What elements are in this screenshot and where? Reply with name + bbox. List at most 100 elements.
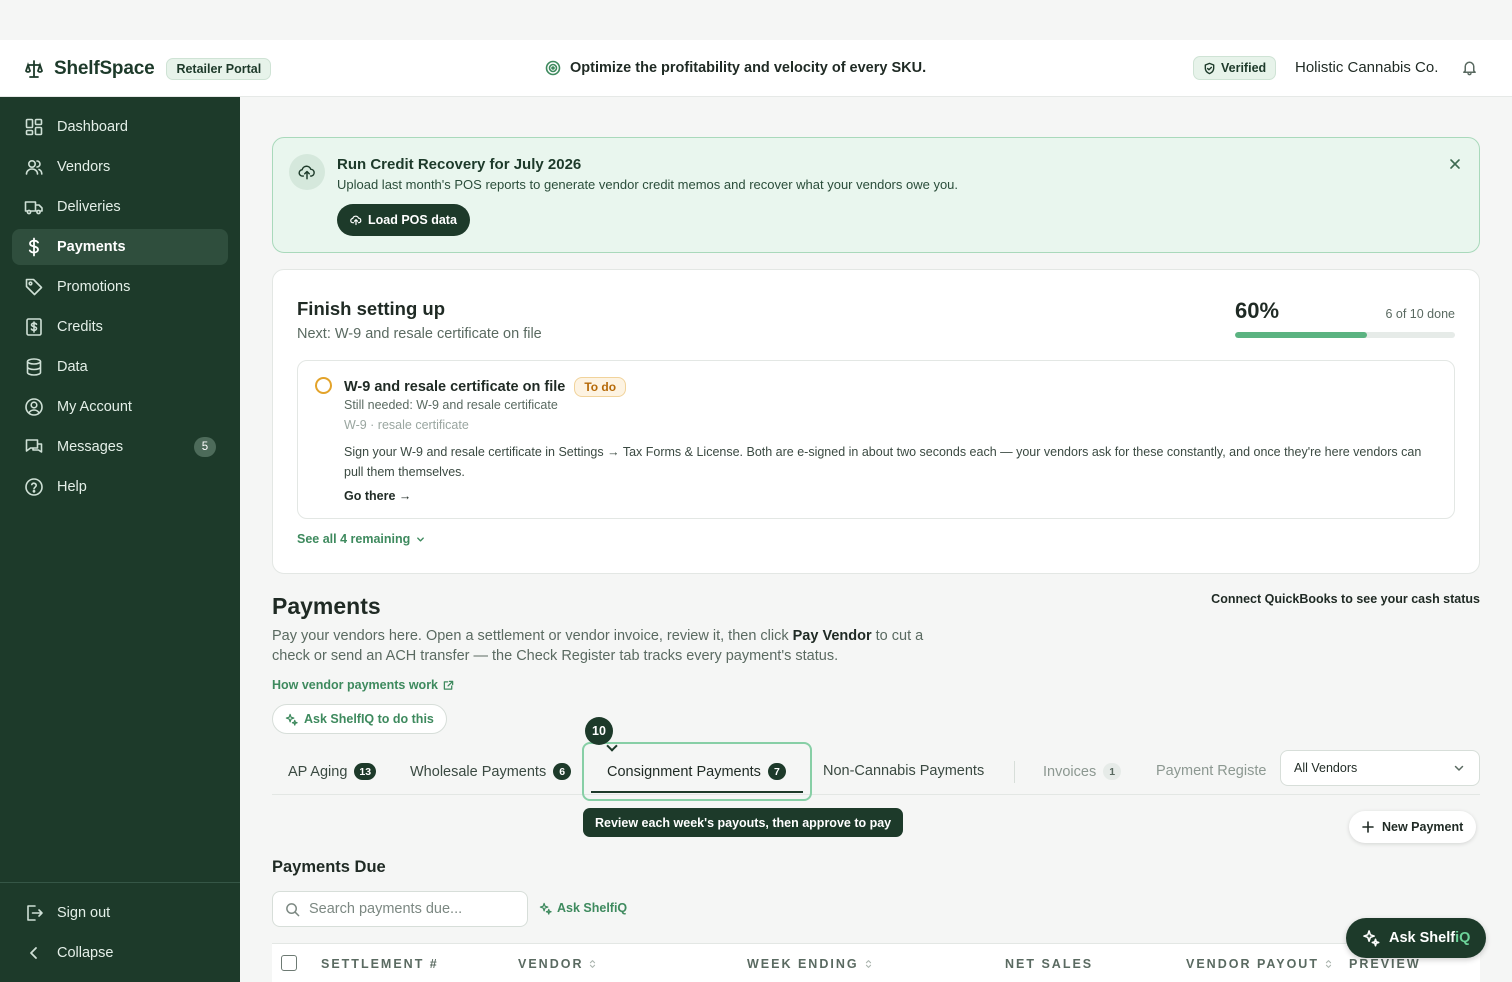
column-header-label: WEEK ENDING bbox=[747, 957, 859, 971]
step-number-badge: 10 bbox=[585, 717, 613, 745]
verified-badge: Verified bbox=[1193, 56, 1277, 80]
sidebar-item-deliveries[interactable]: Deliveries bbox=[12, 189, 228, 225]
sidebar-item-payments[interactable]: Payments bbox=[12, 229, 228, 265]
fab-label-main: Ask Shelf bbox=[1389, 930, 1456, 946]
column-header-label: SETTLEMENT # bbox=[321, 957, 439, 971]
setup-task-card: W-9 and resale certificate on file To do… bbox=[297, 360, 1455, 519]
verified-label: Verified bbox=[1221, 61, 1267, 75]
tab-label: Wholesale Payments bbox=[410, 763, 547, 780]
setup-checklist-card: Finish setting up Next: W-9 and resale c… bbox=[272, 269, 1480, 574]
chevron-down-icon bbox=[416, 535, 425, 544]
tab-label: Payment Registe bbox=[1156, 763, 1267, 779]
sidebar-item-label: Dashboard bbox=[57, 119, 128, 135]
column-header-preview[interactable]: PREVIEW bbox=[1349, 957, 1421, 971]
tab-count-badge: 1 bbox=[1103, 763, 1122, 780]
new-payment-button[interactable]: New Payment bbox=[1349, 811, 1477, 843]
sidebar-item-label: My Account bbox=[57, 399, 132, 415]
collapse-sidebar-button[interactable]: Collapse bbox=[12, 935, 228, 971]
setup-percent: 60% bbox=[1235, 298, 1280, 323]
payments-table-header: SETTLEMENT # VENDOR WEEK ENDING NET SALE… bbox=[272, 943, 1480, 982]
sort-icon bbox=[1325, 959, 1332, 969]
setup-next-step: Next: W-9 and resale certificate on file bbox=[297, 326, 542, 342]
column-header-vendor[interactable]: VENDOR bbox=[518, 957, 596, 971]
sidebar-item-label: Data bbox=[57, 359, 88, 375]
ask-shelfiq-fab[interactable]: Ask ShelfiQ bbox=[1346, 918, 1487, 958]
sidebar-item-help[interactable]: Help bbox=[12, 469, 228, 505]
load-pos-data-button[interactable]: Load POS data bbox=[337, 204, 470, 236]
plus-icon bbox=[1362, 821, 1374, 833]
tab-label: Non-Cannabis Payments bbox=[823, 763, 985, 779]
portal-badge: Retailer Portal bbox=[166, 58, 272, 80]
load-pos-data-label: Load POS data bbox=[368, 213, 457, 227]
tab-count-badge: 13 bbox=[354, 763, 377, 780]
scale-logo-icon bbox=[24, 59, 44, 79]
payments-description: Pay your vendors here. Open a settlement… bbox=[272, 626, 932, 666]
vendor-filter-value: All Vendors bbox=[1294, 761, 1358, 775]
active-tab-underline bbox=[591, 791, 803, 793]
setup-title: Finish setting up bbox=[297, 298, 445, 319]
users-icon bbox=[24, 157, 44, 177]
sidebar-item-label: Promotions bbox=[57, 279, 131, 295]
see-all-remaining-link[interactable]: See all 4 remaining bbox=[297, 532, 425, 546]
header-tagline: Optimize the profitability and velocity … bbox=[545, 60, 926, 76]
setup-done-count: 6 of 10 done bbox=[1385, 307, 1455, 321]
sidebar-item-my-account[interactable]: My Account bbox=[12, 389, 228, 425]
tab-wholesale-payments[interactable]: Wholesale Payments 6 bbox=[410, 763, 572, 780]
sidebar-item-dashboard[interactable]: Dashboard bbox=[12, 109, 228, 145]
description-text: Pay your vendors here. Open a settlement… bbox=[272, 628, 793, 644]
sidebar-item-data[interactable]: Data bbox=[12, 349, 228, 385]
how-payments-work-link[interactable]: How vendor payments work bbox=[272, 678, 454, 692]
sign-out-button[interactable]: Sign out bbox=[12, 895, 228, 931]
sparkle-icon bbox=[285, 713, 298, 726]
user-circle-icon bbox=[24, 397, 44, 417]
select-all-checkbox[interactable] bbox=[281, 955, 297, 971]
tag-icon bbox=[24, 277, 44, 297]
sidebar-item-label: Messages bbox=[57, 439, 124, 455]
sidebar: Dashboard Vendors Deliveries Payments Pr… bbox=[0, 97, 240, 982]
tab-invoices[interactable]: Invoices 1 bbox=[1043, 763, 1122, 780]
column-header-settlement[interactable]: SETTLEMENT # bbox=[321, 957, 439, 971]
notifications-bell-icon[interactable] bbox=[1461, 59, 1478, 76]
task-status-circle[interactable] bbox=[315, 377, 332, 394]
column-header-net-sales[interactable]: NET SALES bbox=[1005, 957, 1093, 971]
close-icon[interactable] bbox=[1449, 158, 1461, 170]
help-icon bbox=[24, 477, 44, 497]
banner-title: Run Credit Recovery for July 2026 bbox=[337, 156, 582, 173]
fab-label: Ask ShelfiQ bbox=[1389, 930, 1470, 946]
app-logo[interactable]: ShelfSpace Retailer Portal bbox=[24, 58, 272, 80]
sidebar-item-credits[interactable]: Credits bbox=[12, 309, 228, 345]
connect-quickbooks-link[interactable]: Connect QuickBooks to see your cash stat… bbox=[1211, 592, 1480, 606]
main-content: Run Credit Recovery for July 2026 Upload… bbox=[240, 97, 1512, 982]
sparkle-icon bbox=[1362, 929, 1380, 947]
ask-shelfiq-button[interactable]: Ask ShelfIQ to do this bbox=[272, 704, 447, 734]
banner-subtitle: Upload last month's POS reports to gener… bbox=[337, 177, 959, 192]
tab-consignment-payments[interactable]: Consignment Payments 7 bbox=[607, 763, 786, 780]
target-icon bbox=[545, 60, 561, 76]
tab-payment-register[interactable]: Payment Registe bbox=[1156, 763, 1266, 779]
tab-ap-aging[interactable]: AP Aging 13 bbox=[288, 763, 377, 780]
page-title: Payments bbox=[272, 593, 381, 619]
tab-separator bbox=[1014, 761, 1015, 783]
ask-inline-label: Ask ShelfiQ bbox=[557, 901, 628, 915]
column-header-week-ending[interactable]: WEEK ENDING bbox=[747, 957, 872, 971]
payments-due-title: Payments Due bbox=[272, 858, 386, 876]
column-header-vendor-payout[interactable]: VENDOR PAYOUT bbox=[1186, 957, 1332, 971]
search-icon bbox=[285, 902, 300, 917]
go-there-link[interactable]: Go there → bbox=[344, 489, 411, 503]
chevron-left-icon bbox=[24, 943, 44, 963]
cloud-upload-icon bbox=[289, 154, 325, 190]
ask-shelfiq-inline-link[interactable]: Ask ShelfiQ bbox=[539, 901, 627, 915]
search-input[interactable] bbox=[309, 901, 509, 917]
vendor-filter-select[interactable]: All Vendors bbox=[1280, 750, 1480, 786]
tab-non-cannabis-payments[interactable]: Non-Cannabis Payments bbox=[823, 763, 984, 779]
credit-recovery-banner: Run Credit Recovery for July 2026 Upload… bbox=[272, 137, 1480, 253]
app-name: ShelfSpace bbox=[54, 58, 155, 79]
sidebar-item-messages[interactable]: Messages 5 bbox=[12, 429, 228, 465]
receipt-icon bbox=[24, 317, 44, 337]
column-header-label: PREVIEW bbox=[1349, 957, 1421, 971]
app-header: ShelfSpace Retailer Portal Optimize the … bbox=[0, 40, 1512, 97]
company-name[interactable]: Holistic Cannabis Co. bbox=[1295, 59, 1438, 76]
search-box bbox=[272, 891, 528, 927]
sidebar-item-vendors[interactable]: Vendors bbox=[12, 149, 228, 185]
sidebar-item-promotions[interactable]: Promotions bbox=[12, 269, 228, 305]
